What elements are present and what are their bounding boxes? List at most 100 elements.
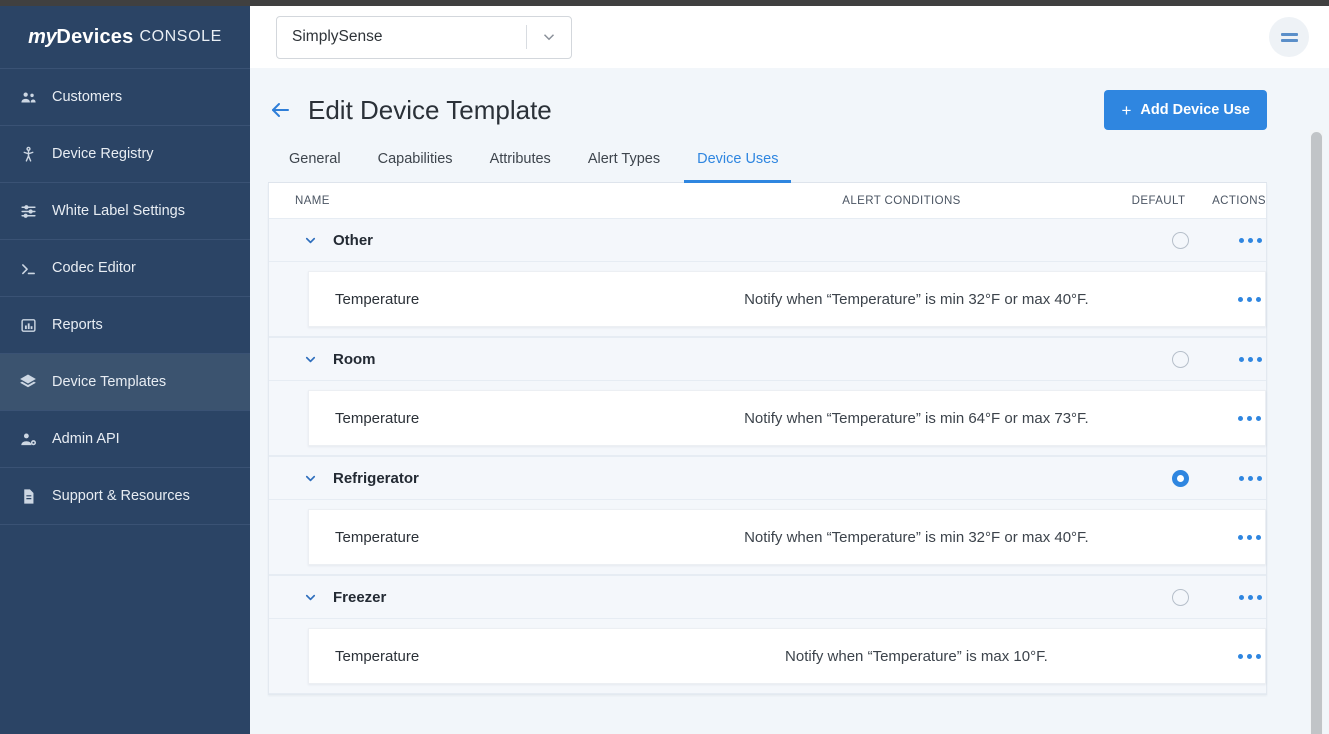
device-use-group: Room TemperatureNotify when “Temperature”… [269,337,1266,456]
sidebar-item-label: Device Templates [52,375,166,390]
sidebar-item-support-resources[interactable]: Support & Resources [0,468,250,525]
device-registry-icon [18,144,38,164]
group-default-cell [1125,351,1235,368]
default-radio-button[interactable] [1172,351,1189,368]
chevron-down-icon[interactable] [527,28,571,46]
column-header-default: DEFAULT [1105,195,1212,207]
hamburger-line [1281,33,1298,36]
sidebar-item-device-templates[interactable]: Device Templates [0,354,250,411]
add-device-use-label: Add Device Use [1140,102,1250,118]
table-row[interactable]: TemperatureNotify when “Temperature” is … [308,390,1266,446]
brand-console: CONSOLE [139,28,221,46]
group-header-row: Refrigerator [269,456,1266,500]
terminal-icon [18,258,38,278]
device-use-group: Other TemperatureNotify when “Temperature… [269,218,1266,337]
group-name-cell: Room [269,351,708,368]
more-horizontal-icon[interactable] [1234,648,1265,665]
column-header-actions: ACTIONS [1212,195,1266,207]
sidebar: myDevices CONSOLE Customers Device Regist… [0,6,250,734]
row-name: Temperature [309,529,708,546]
table-row[interactable]: TemperatureNotify when “Temperature” is … [308,271,1266,327]
sliders-icon [18,201,38,221]
group-header-row: Other [269,218,1266,262]
row-actions-cell [1234,648,1265,665]
more-horizontal-icon[interactable] [1234,529,1265,546]
users-icon [18,87,38,107]
group-name: Room [333,351,376,368]
tab-alert-types[interactable]: Alert Types [575,151,673,183]
default-radio-button[interactable] [1172,589,1189,606]
sidebar-item-device-registry[interactable]: Device Registry [0,126,250,183]
table-body: OtherTemperatureNotify when “Temperature… [269,218,1266,694]
sidebar-item-label: Customers [52,90,122,105]
group-actions-cell [1235,351,1266,368]
tab-attributes[interactable]: Attributes [477,151,564,183]
user-gear-icon [18,429,38,449]
group-actions-cell [1235,470,1266,487]
sidebar-item-label: Reports [52,318,103,333]
sidebar-item-admin-api[interactable]: Admin API [0,411,250,468]
row-actions-cell [1234,529,1265,546]
group-name-cell: Freezer [269,589,708,606]
arrow-left-icon[interactable] [268,98,292,122]
column-header-alert-conditions: ALERT CONDITIONS [698,195,1105,207]
device-uses-table: NAME ALERT CONDITIONS DEFAULT ACTIONS Ot… [268,183,1267,695]
default-radio-button[interactable] [1172,232,1189,249]
chevron-down-icon[interactable] [303,352,318,367]
group-actions-cell [1235,589,1266,606]
tab-device-uses[interactable]: Device Uses [684,151,791,183]
chevron-down-icon[interactable] [303,471,318,486]
row-actions-cell [1234,410,1265,427]
table-row[interactable]: TemperatureNotify when “Temperature” is … [308,628,1266,684]
more-horizontal-icon[interactable] [1234,291,1265,308]
group-actions-cell [1235,232,1266,249]
group-header-row: Freezer [269,575,1266,619]
sidebar-item-label: Admin API [52,432,120,447]
account-select-value: SimplySense [277,28,526,46]
sidebar-item-customers[interactable]: Customers [0,69,250,126]
brand-devices: Devices [56,26,133,49]
row-alert-condition: Notify when “Temperature” is min 32°F or… [708,291,1124,308]
group-header-row: Room [269,337,1266,381]
tab-bar: General Capabilities Attributes Alert Types… [268,150,1267,183]
group-rows: TemperatureNotify when “Temperature” is … [269,390,1266,456]
document-icon [18,486,38,506]
brand-logo: myDevices CONSOLE [0,6,250,68]
page-header: Edit Device Template + Add Device Use [268,68,1267,130]
app-window: myDevices CONSOLE Customers Device Regist… [0,0,1329,734]
more-horizontal-icon[interactable] [1235,351,1266,368]
hamburger-menu-icon[interactable] [1269,17,1309,57]
sidebar-item-codec-editor[interactable]: Codec Editor [0,240,250,297]
sidebar-item-label: Device Registry [52,147,154,162]
more-horizontal-icon[interactable] [1235,232,1266,249]
more-horizontal-icon[interactable] [1235,589,1266,606]
plus-icon: + [1121,102,1131,119]
sidebar-item-reports[interactable]: Reports [0,297,250,354]
chevron-down-icon[interactable] [303,233,318,248]
sidebar-item-white-label-settings[interactable]: White Label Settings [0,183,250,240]
main-area: SimplySense Edit Device Template [250,6,1329,734]
group-name-cell: Refrigerator [269,470,708,487]
row-alert-condition: Notify when “Temperature” is min 64°F or… [708,410,1124,427]
table-header-row: NAME ALERT CONDITIONS DEFAULT ACTIONS [269,183,1266,218]
scrollbar-thumb[interactable] [1311,132,1322,734]
sidebar-item-label: Codec Editor [52,261,136,276]
group-default-cell [1125,470,1235,487]
add-device-use-button[interactable]: + Add Device Use [1104,90,1267,130]
group-rows: TemperatureNotify when “Temperature” is … [269,509,1266,575]
tab-general[interactable]: General [276,151,354,183]
table-row[interactable]: TemperatureNotify when “Temperature” is … [308,509,1266,565]
chevron-down-icon[interactable] [303,590,318,605]
tab-capabilities[interactable]: Capabilities [365,151,466,183]
vertical-scrollbar[interactable] [1310,130,1323,734]
group-name-cell: Other [269,232,708,249]
column-header-name: NAME [269,195,698,207]
more-horizontal-icon[interactable] [1235,470,1266,487]
account-select[interactable]: SimplySense [276,16,572,59]
default-radio-button[interactable] [1172,470,1189,487]
layers-icon [18,372,38,392]
group-name: Freezer [333,589,386,606]
group-name: Other [333,232,373,249]
more-horizontal-icon[interactable] [1234,410,1265,427]
device-use-group: Refrigerator TemperatureNotify when “Temp… [269,456,1266,575]
